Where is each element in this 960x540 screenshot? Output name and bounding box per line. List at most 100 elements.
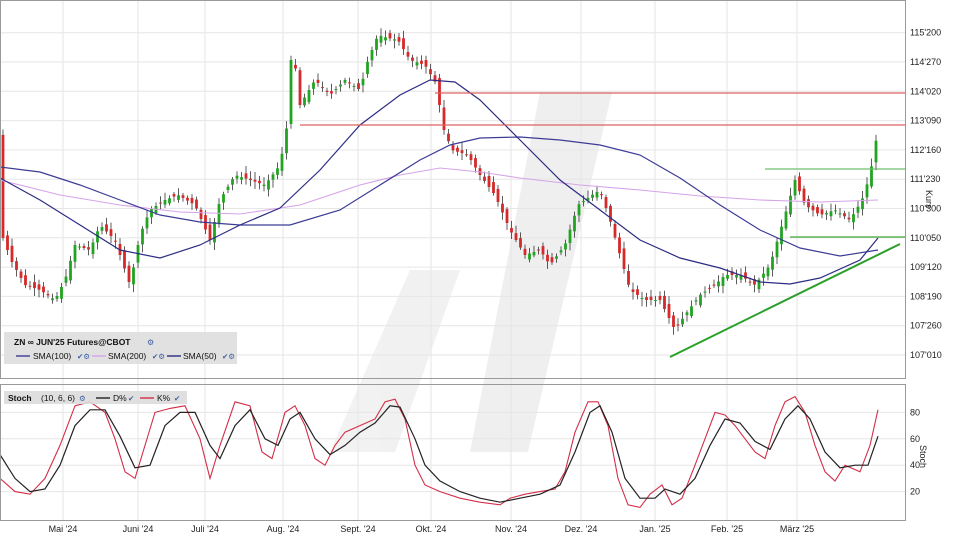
candle-body <box>865 184 869 198</box>
candle-body <box>222 194 225 203</box>
price-tick-label: 115'200 <box>910 28 941 38</box>
candle-body <box>244 173 248 179</box>
candle-body <box>834 210 837 212</box>
candle-body <box>595 191 599 198</box>
candle-body <box>15 261 18 270</box>
x-tick-label: Juli '24 <box>191 524 219 534</box>
candle-body <box>316 79 320 83</box>
candle-body <box>172 194 176 197</box>
candle-body <box>609 205 612 222</box>
price-tick-label: 114'270 <box>910 57 941 67</box>
price-axis-label: Kurs <box>924 190 934 209</box>
candle-body <box>699 294 702 306</box>
candle-body <box>766 267 770 277</box>
candle-body <box>199 209 203 219</box>
stoch-tick-label: 60 <box>910 434 920 444</box>
candle-body <box>829 211 833 217</box>
candle-body <box>258 180 261 184</box>
candle-body <box>820 209 824 215</box>
candle-body <box>186 197 189 201</box>
candle-body <box>487 176 491 187</box>
candle-body <box>816 207 819 214</box>
candle-body <box>546 254 549 262</box>
x-tick-label: Dez. '24 <box>565 524 598 534</box>
candle-body <box>343 80 347 83</box>
candle-body <box>168 198 171 204</box>
price-tick-label: 110'050 <box>910 233 941 243</box>
candle-body <box>555 256 558 259</box>
x-tick-label: März '25 <box>780 524 814 534</box>
candle-body <box>690 306 693 317</box>
candle-body <box>505 209 509 223</box>
candle-body <box>631 289 635 292</box>
x-tick-label: Jan. '25 <box>639 524 670 534</box>
stoch-legend: Stoch (10, 6, 6) ⚙ D% ✔ K% ✔ <box>4 391 187 404</box>
candle-body <box>564 243 567 250</box>
candle-body <box>366 61 369 75</box>
chart-svg: 107'010107'260108'190109'120110'050110'3… <box>0 0 960 540</box>
candle-body <box>141 228 144 245</box>
candle-body <box>514 233 518 240</box>
price-legend: ZN ∞ JUN'25 Futures@CBOT ⚙ SMA(100) ✔⚙ S… <box>4 332 237 364</box>
legend-sma50-icons: ✔⚙ <box>222 352 235 361</box>
candle-body <box>636 289 639 295</box>
candle-body <box>582 201 585 203</box>
candle-body <box>577 204 581 216</box>
candle-body <box>406 52 410 57</box>
x-tick-label: Feb. '25 <box>711 524 743 534</box>
price-tick-label: 107'260 <box>910 321 942 331</box>
instrument-label: ZN ∞ JUN'25 Futures@CBOT <box>14 337 131 347</box>
candle-body <box>465 154 468 156</box>
candle-body <box>496 188 500 202</box>
candle-body <box>190 197 194 204</box>
legend-k: K% <box>157 393 171 403</box>
candle-body <box>492 182 495 193</box>
price-tick-label: 108'190 <box>910 291 942 301</box>
legend-d: D% <box>113 393 127 403</box>
candle-body <box>213 222 216 243</box>
candle-body <box>447 133 450 142</box>
candle-body <box>762 273 765 278</box>
candle-body <box>145 217 149 229</box>
candle-body <box>10 245 14 262</box>
candle-body <box>523 248 527 255</box>
candle-body <box>384 37 387 41</box>
candle-body <box>60 287 63 299</box>
candle-body <box>46 294 50 296</box>
candle-body <box>847 217 851 220</box>
candle-body <box>19 271 23 278</box>
candle-body <box>429 69 432 75</box>
candle-body <box>591 194 594 198</box>
candle-body <box>451 145 455 151</box>
candle-body <box>649 296 653 300</box>
candle-body <box>573 215 576 232</box>
x-tick-label: Mai '24 <box>49 524 78 534</box>
candle-body <box>618 237 621 254</box>
candle-body <box>370 50 374 61</box>
price-tick-label: 112'160 <box>910 145 941 155</box>
price-tick-label: 113'090 <box>910 116 941 126</box>
candle-body <box>658 295 662 300</box>
candle-body <box>235 175 239 179</box>
candle-body <box>681 318 684 325</box>
candle-body <box>654 300 657 301</box>
instrument-info-icon: ⚙ <box>147 338 154 347</box>
candle-body <box>226 186 230 190</box>
x-tick-label: Juni '24 <box>123 524 154 534</box>
candle-body <box>780 226 783 245</box>
candle-body <box>285 128 288 154</box>
candle-body <box>64 276 68 283</box>
price-tick-label: 107'010 <box>910 350 942 360</box>
candle-body <box>87 247 90 250</box>
candle-body <box>645 297 648 300</box>
candle-body <box>303 97 306 106</box>
legend-sma100-icons: ✔⚙ <box>77 352 90 361</box>
candle-body <box>73 245 77 262</box>
candle-body <box>726 275 729 279</box>
candle-body <box>469 154 473 160</box>
legend-sma200-icons: ✔⚙ <box>152 352 165 361</box>
candle-body <box>474 158 477 168</box>
stoch-info-icon: ⚙ <box>79 394 86 403</box>
candle-body <box>262 184 266 187</box>
stoch-title: Stoch <box>8 393 32 403</box>
